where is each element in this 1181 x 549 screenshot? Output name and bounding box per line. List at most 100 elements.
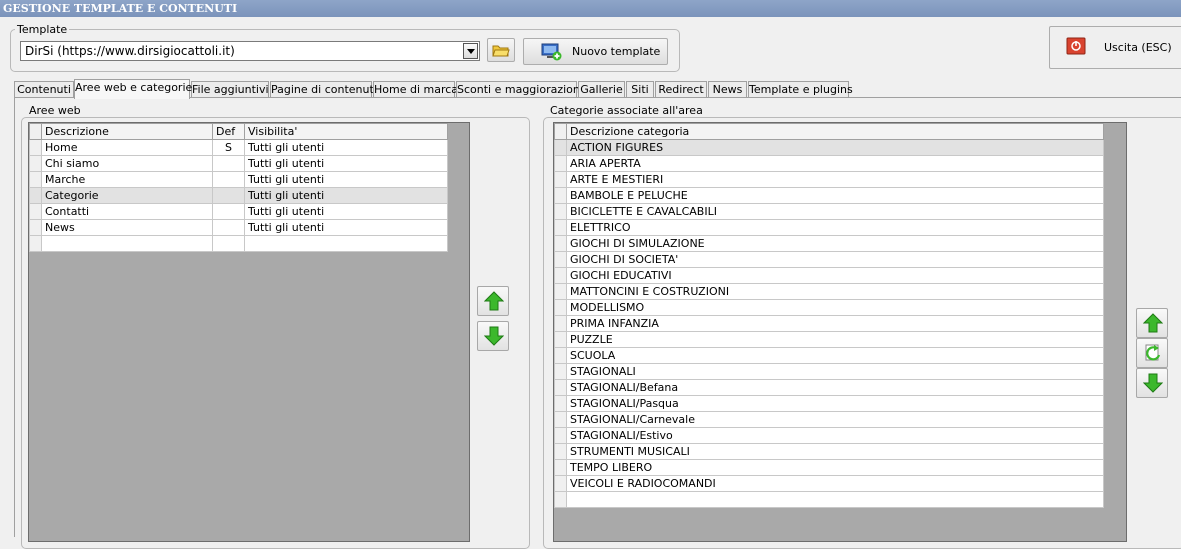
open-folder-button[interactable] bbox=[487, 38, 515, 62]
exit-button[interactable]: Uscita (ESC) bbox=[1049, 26, 1181, 69]
cell-descrizione-categoria[interactable]: TEMPO LIBERO bbox=[566, 459, 1104, 476]
table-row[interactable]: STAGIONALI/Estivo bbox=[554, 427, 1104, 444]
table-row[interactable]: PUZZLE bbox=[554, 331, 1104, 348]
tab-contenuti[interactable]: Contenuti bbox=[14, 81, 74, 98]
cell-visibilita[interactable]: Tutti gli utenti bbox=[244, 139, 448, 156]
cell-descrizione-categoria[interactable]: MATTONCINI E COSTRUZIONI bbox=[566, 283, 1104, 300]
cell-descrizione-categoria[interactable]: STAGIONALI bbox=[566, 363, 1104, 380]
cell-descrizione-categoria[interactable]: STAGIONALI/Pasqua bbox=[566, 395, 1104, 412]
cell-descrizione-categoria[interactable]: STAGIONALI/Carnevale bbox=[566, 411, 1104, 428]
cell-descrizione-categoria[interactable]: GIOCHI DI SIMULAZIONE bbox=[566, 235, 1104, 252]
tab-home-di-marca[interactable]: Home di marca bbox=[373, 81, 458, 98]
aree-move-up-button[interactable] bbox=[477, 286, 509, 316]
column-header-descrizione[interactable]: Descrizione bbox=[41, 123, 213, 140]
cell-descrizione[interactable]: Marche bbox=[41, 171, 213, 188]
table-row[interactable]: ARTE E MESTIERI bbox=[554, 171, 1104, 188]
cell-descrizione-categoria[interactable]: BICICLETTE E CAVALCABILI bbox=[566, 203, 1104, 220]
cell-descrizione-categoria[interactable]: STAGIONALI/Befana bbox=[566, 379, 1104, 396]
new-template-button[interactable]: Nuovo template bbox=[523, 38, 668, 65]
table-row[interactable]: MATTONCINI E COSTRUZIONI bbox=[554, 283, 1104, 300]
table-row[interactable]: BAMBOLE E PELUCHE bbox=[554, 187, 1104, 204]
table-row-new[interactable] bbox=[29, 235, 448, 252]
cell-def[interactable] bbox=[212, 203, 245, 220]
cell-descrizione-categoria[interactable]: GIOCHI EDUCATIVI bbox=[566, 267, 1104, 284]
table-row[interactable]: GIOCHI DI SOCIETA' bbox=[554, 251, 1104, 268]
table-row[interactable]: MODELLISMO bbox=[554, 299, 1104, 316]
cell-visibilita[interactable]: Tutti gli utenti bbox=[244, 203, 448, 220]
cell-def[interactable]: S bbox=[212, 139, 245, 156]
table-row[interactable]: PRIMA INFANZIA bbox=[554, 315, 1104, 332]
table-row[interactable]: STAGIONALI/Pasqua bbox=[554, 395, 1104, 412]
categorie-move-up-button[interactable] bbox=[1136, 308, 1168, 338]
categorie-move-down-button[interactable] bbox=[1136, 368, 1168, 398]
cell-descrizione-categoria[interactable]: GIOCHI DI SOCIETA' bbox=[566, 251, 1104, 268]
cell-descrizione-categoria[interactable]: STAGIONALI/Estivo bbox=[566, 427, 1104, 444]
column-header-descrizione-categoria[interactable]: Descrizione categoria bbox=[566, 123, 1104, 140]
cell-descrizione-categoria[interactable]: ELETTRICO bbox=[566, 219, 1104, 236]
cell-descrizione[interactable]: Chi siamo bbox=[41, 155, 213, 172]
cell-descrizione-categoria[interactable]: ARIA APERTA bbox=[566, 155, 1104, 172]
table-row[interactable]: GIOCHI EDUCATIVI bbox=[554, 267, 1104, 284]
table-row[interactable]: STAGIONALI/Befana bbox=[554, 379, 1104, 396]
cell-descrizione-categoria[interactable]: BAMBOLE E PELUCHE bbox=[566, 187, 1104, 204]
table-row[interactable]: GIOCHI DI SIMULAZIONE bbox=[554, 235, 1104, 252]
column-header-visibilita[interactable]: Visibilita' bbox=[244, 123, 448, 140]
tab-aree-web-categorie[interactable]: Aree web e categorie bbox=[74, 79, 192, 99]
table-row[interactable]: BICICLETTE E CAVALCABILI bbox=[554, 203, 1104, 220]
table-row[interactable]: STAGIONALI/Carnevale bbox=[554, 411, 1104, 428]
table-row-selected[interactable]: ACTION FIGURES bbox=[554, 139, 1104, 156]
table-row[interactable]: VEICOLI E RADIOCOMANDI bbox=[554, 475, 1104, 492]
aree-web-grid[interactable]: Descrizione Def Visibilita' Home S Tutti… bbox=[28, 122, 470, 542]
cell-descrizione[interactable]: Categorie bbox=[41, 187, 213, 204]
cell-descrizione[interactable]: Home bbox=[41, 139, 213, 156]
cell-descrizione-categoria[interactable] bbox=[566, 491, 1104, 508]
cell-descrizione-categoria[interactable]: MODELLISMO bbox=[566, 299, 1104, 316]
cell-descrizione-categoria[interactable]: ACTION FIGURES bbox=[566, 139, 1104, 156]
cell-descrizione[interactable] bbox=[41, 235, 213, 252]
tab-siti[interactable]: Siti bbox=[626, 81, 654, 98]
cell-def[interactable] bbox=[212, 155, 245, 172]
table-row[interactable]: Contatti Tutti gli utenti bbox=[29, 203, 448, 220]
cell-visibilita[interactable] bbox=[244, 235, 448, 252]
cell-def[interactable] bbox=[212, 235, 245, 252]
table-row[interactable]: Home S Tutti gli utenti bbox=[29, 139, 448, 156]
tab-sconti-maggiorazioni[interactable]: Sconti e maggiorazioni bbox=[456, 81, 583, 98]
cell-def[interactable] bbox=[212, 171, 245, 188]
table-row[interactable]: News Tutti gli utenti bbox=[29, 219, 448, 236]
table-row[interactable]: SCUOLA bbox=[554, 347, 1104, 364]
cell-visibilita[interactable]: Tutti gli utenti bbox=[244, 171, 448, 188]
cell-descrizione-categoria[interactable]: VEICOLI E RADIOCOMANDI bbox=[566, 475, 1104, 492]
cell-def[interactable] bbox=[212, 187, 245, 204]
table-row[interactable]: Marche Tutti gli utenti bbox=[29, 171, 448, 188]
table-row[interactable]: ELETTRICO bbox=[554, 219, 1104, 236]
cell-visibilita[interactable]: Tutti gli utenti bbox=[244, 219, 448, 236]
tab-file-aggiuntivi[interactable]: File aggiuntivi bbox=[191, 81, 269, 98]
tab-news[interactable]: News bbox=[708, 81, 747, 98]
chevron-down-icon[interactable] bbox=[463, 43, 478, 59]
cell-descrizione-categoria[interactable]: STRUMENTI MUSICALI bbox=[566, 443, 1104, 460]
table-row-new[interactable] bbox=[554, 491, 1104, 508]
tab-redirect[interactable]: Redirect bbox=[655, 81, 707, 98]
table-row-selected[interactable]: Categorie Tutti gli utenti bbox=[29, 187, 448, 204]
template-select[interactable]: DirSi (https://www.dirsigiocattoli.it) bbox=[20, 41, 480, 61]
cell-descrizione-categoria[interactable]: PUZZLE bbox=[566, 331, 1104, 348]
cell-descrizione-categoria[interactable]: SCUOLA bbox=[566, 347, 1104, 364]
table-row[interactable]: TEMPO LIBERO bbox=[554, 459, 1104, 476]
cell-def[interactable] bbox=[212, 219, 245, 236]
cell-visibilita[interactable]: Tutti gli utenti bbox=[244, 187, 448, 204]
tab-gallerie[interactable]: Gallerie bbox=[578, 81, 625, 98]
cell-descrizione-categoria[interactable]: ARTE E MESTIERI bbox=[566, 171, 1104, 188]
column-header-def[interactable]: Def bbox=[212, 123, 245, 140]
table-row[interactable]: STRUMENTI MUSICALI bbox=[554, 443, 1104, 460]
tab-template-plugins[interactable]: Template e plugins bbox=[748, 81, 853, 98]
cell-descrizione[interactable]: News bbox=[41, 219, 213, 236]
categorie-refresh-button[interactable] bbox=[1136, 338, 1168, 368]
table-row[interactable]: ARIA APERTA bbox=[554, 155, 1104, 172]
table-row[interactable]: Chi siamo Tutti gli utenti bbox=[29, 155, 448, 172]
cell-descrizione-categoria[interactable]: PRIMA INFANZIA bbox=[566, 315, 1104, 332]
cell-visibilita[interactable]: Tutti gli utenti bbox=[244, 155, 448, 172]
aree-move-down-button[interactable] bbox=[477, 321, 509, 351]
cell-descrizione[interactable]: Contatti bbox=[41, 203, 213, 220]
categorie-grid[interactable]: Descrizione categoria ACTION FIGURES ARIA… bbox=[553, 122, 1127, 542]
tab-pagine-contenuti[interactable]: Pagine di contenuti bbox=[270, 81, 377, 98]
